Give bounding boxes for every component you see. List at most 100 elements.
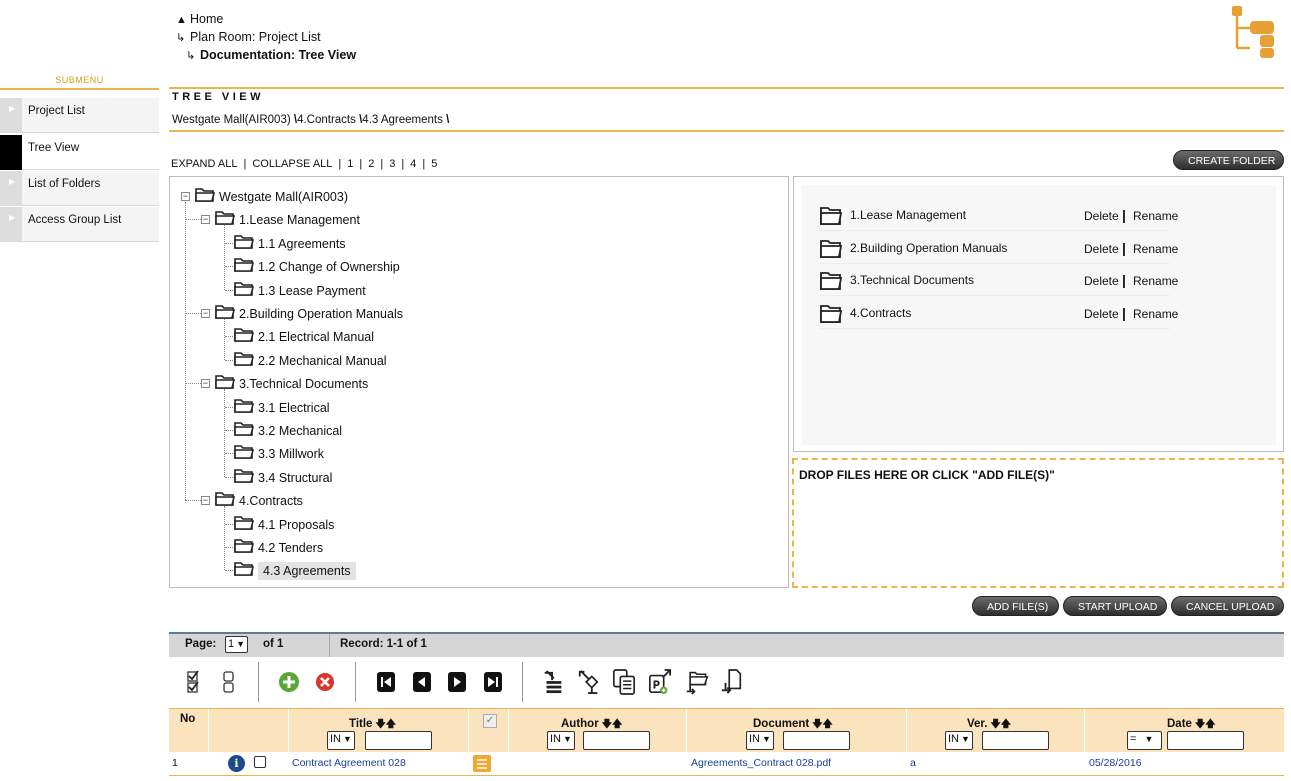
subfolder-row[interactable]: 2.Building Operation Manuals Delete | Renam…: [820, 232, 1178, 264]
move-file-icon[interactable]: [720, 668, 744, 696]
collapse-toggle-icon[interactable]: −: [201, 309, 210, 318]
tree-node-subfolder[interactable]: 4.1 Proposals: [234, 514, 334, 534]
collapse-toggle-icon[interactable]: −: [201, 215, 210, 225]
tree-node-subfolder[interactable]: 2.1 Electrical Manual: [234, 326, 374, 346]
tree-node-folder[interactable]: 1.Lease Management: [215, 209, 360, 229]
level-1-link[interactable]: 1: [347, 158, 353, 170]
subfolder-name[interactable]: 2.Building Operation Manuals: [850, 241, 1007, 255]
tree-node-subfolder[interactable]: 3.4 Structural: [234, 467, 332, 487]
delete-folder-link[interactable]: Delete: [1084, 274, 1119, 288]
title-filter-operator[interactable]: IN ▼: [327, 731, 355, 750]
delete-folder-link[interactable]: Delete: [1084, 242, 1119, 256]
document-filter-input[interactable]: [783, 731, 850, 750]
tree-node-subfolder[interactable]: 4.3 Agreements: [234, 560, 356, 582]
tree-node-root[interactable]: Westgate Mall(AIR003): [195, 186, 348, 206]
next-page-icon[interactable]: [445, 668, 469, 696]
tree-node-subfolder[interactable]: 4.2 Tenders: [234, 537, 323, 557]
add-files-button[interactable]: ADD FILE(S): [972, 596, 1059, 616]
subfolder-name[interactable]: 3.Technical Documents: [850, 273, 974, 287]
list-export-icon[interactable]: [541, 668, 565, 696]
subfolder-row[interactable]: 1.Lease Management Delete | Rename: [820, 199, 1178, 231]
tree-node-subfolder[interactable]: 3.3 Millwork: [234, 443, 324, 463]
level-5-link[interactable]: 5: [431, 158, 437, 170]
sidebar-item-access-group-list[interactable]: ▶ Access Group List: [0, 207, 159, 242]
subfolder-name[interactable]: 1.Lease Management: [850, 208, 966, 222]
collapse-toggle-icon[interactable]: −: [181, 192, 190, 201]
version-filter-input[interactable]: [982, 731, 1049, 750]
uncheck-all-icon[interactable]: [217, 668, 241, 696]
sidebar-item-tree-view[interactable]: Tree View: [0, 135, 159, 170]
info-icon[interactable]: i: [228, 755, 245, 772]
tree-node-subfolder[interactable]: 1.2 Change of Ownership: [234, 256, 400, 276]
level-3-link[interactable]: 3: [389, 158, 395, 170]
level-2-link[interactable]: 2: [368, 158, 374, 170]
row-checkbox[interactable]: [254, 756, 266, 768]
tree-node-label: 1.Lease Management: [239, 213, 360, 228]
breadcrumb-project-list[interactable]: ↳ Plan Room: Project List: [176, 28, 321, 47]
author-filter-input[interactable]: [583, 731, 650, 750]
path-segment[interactable]: Westgate Mall(AIR003): [172, 114, 291, 126]
tree-node-subfolder[interactable]: 3.2 Mechanical: [234, 420, 342, 440]
pdf-export-icon[interactable]: P: [648, 668, 672, 696]
document-filter-operator[interactable]: IN ▼: [746, 731, 774, 750]
tree-node-subfolder[interactable]: 1.1 Agreements: [234, 233, 346, 253]
file-drop-zone[interactable]: DROP FILES HERE OR CLICK "ADD FILE(S)": [792, 458, 1284, 588]
sort-arrows-icon[interactable]: 🡇🡅: [990, 719, 1011, 730]
sort-arrows-icon[interactable]: 🡇🡅: [812, 719, 833, 730]
pager-bar: Page: 1 ▼ of 1 Record: 1-1 of 1: [169, 632, 1284, 657]
date-filter-operator[interactable]: = ▼: [1127, 731, 1162, 750]
rename-folder-link[interactable]: Rename: [1133, 242, 1178, 256]
path-segment[interactable]: 4.3 Agreements: [362, 114, 443, 126]
subfolder-row[interactable]: 3.Technical Documents Delete | Rename: [820, 264, 1178, 296]
collapse-toggle-icon[interactable]: −: [201, 496, 210, 506]
row-title-link[interactable]: Contract Agreement 028: [292, 757, 406, 769]
title-filter-input[interactable]: [365, 731, 432, 750]
tree-node-subfolder[interactable]: 1.3 Lease Payment: [234, 280, 366, 300]
level-4-link[interactable]: 4: [410, 158, 416, 170]
breadcrumb-home[interactable]: ▲ Home: [176, 10, 223, 29]
expand-all-link[interactable]: EXPAND ALL: [171, 158, 237, 170]
cancel-upload-button[interactable]: CANCEL UPLOAD: [1171, 596, 1284, 616]
tree-export-icon[interactable]: [577, 668, 601, 696]
last-page-icon[interactable]: [481, 668, 505, 696]
delete-folder-link[interactable]: Delete: [1084, 307, 1119, 321]
row-document-link[interactable]: Agreements_Contract 028.pdf: [691, 757, 831, 769]
page-count: of 1: [263, 638, 284, 650]
tree-node-folder[interactable]: 4.Contracts: [215, 490, 303, 510]
sidebar-item-list-of-folders[interactable]: ▶ List of Folders: [0, 171, 159, 206]
rename-folder-link[interactable]: Rename: [1133, 209, 1178, 223]
sort-arrows-icon[interactable]: 🡇🡅: [602, 719, 623, 730]
rename-folder-link[interactable]: Rename: [1133, 307, 1178, 321]
sort-arrows-icon[interactable]: 🡇🡅: [1195, 719, 1216, 730]
date-filter-input[interactable]: [1167, 731, 1244, 750]
version-filter-operator[interactable]: IN ▼: [945, 731, 973, 750]
tree-node-folder[interactable]: 2.Building Operation Manuals: [215, 303, 403, 323]
author-filter-operator[interactable]: IN ▼: [547, 731, 575, 750]
subfolder-row[interactable]: 4.Contracts Delete | Rename: [820, 297, 1178, 329]
subfolder-name[interactable]: 4.Contracts: [850, 306, 911, 320]
add-icon[interactable]: [277, 668, 301, 696]
path-segment[interactable]: 4.Contracts: [297, 114, 356, 126]
first-page-icon[interactable]: [374, 668, 398, 696]
tree-node-folder[interactable]: 3.Technical Documents: [215, 373, 368, 393]
tree-node-subfolder[interactable]: 2.2 Mechanical Manual: [234, 350, 387, 370]
collapse-all-link[interactable]: COLLAPSE ALL: [252, 158, 332, 170]
sidebar-item-project-list[interactable]: ▶ Project List: [0, 98, 159, 133]
move-folder-icon[interactable]: [685, 668, 709, 696]
tree-node-subfolder[interactable]: 3.1 Electrical: [234, 397, 330, 417]
tree-node-label: 2.1 Electrical Manual: [258, 330, 375, 345]
sort-arrows-icon[interactable]: 🡇🡅: [375, 719, 396, 730]
create-folder-button[interactable]: CREATE FOLDER: [1173, 150, 1284, 170]
collapse-toggle-icon[interactable]: −: [201, 379, 210, 389]
prev-page-icon[interactable]: [410, 668, 434, 696]
check-all-icon[interactable]: [181, 668, 205, 696]
document-type-icon[interactable]: [473, 755, 491, 772]
page-select[interactable]: 1 ▼: [225, 636, 249, 653]
table-row[interactable]: 1 i Contract Agreement 028 Agreements_Co…: [169, 752, 1284, 776]
rename-folder-link[interactable]: Rename: [1133, 274, 1178, 288]
start-upload-button[interactable]: START UPLOAD: [1063, 596, 1167, 616]
copy-icon[interactable]: [612, 668, 636, 696]
delete-icon[interactable]: [313, 668, 337, 696]
delete-folder-link[interactable]: Delete: [1084, 209, 1119, 223]
folder-icon: [234, 560, 255, 582]
